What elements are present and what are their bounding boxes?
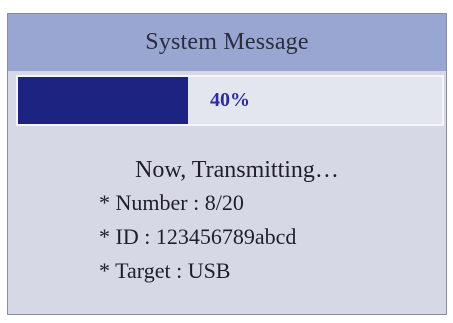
progress-percent-label: 40% (210, 89, 250, 111)
message-body: Now, Transmitting… * Number : 8/20 * ID … (8, 154, 446, 288)
status-text: Now, Transmitting… (135, 157, 339, 183)
dialog-title-bar: System Message (8, 14, 446, 71)
progress-fill (18, 77, 188, 124)
dialog-title: System Message (145, 29, 309, 55)
info-target: * Target : USB (99, 258, 231, 283)
transfer-info-list: * Number : 8/20 * ID : 123456789abcd * T… (8, 186, 446, 288)
transfer-progress-bar: 40% (16, 75, 444, 126)
info-number: * Number : 8/20 (99, 190, 244, 215)
info-id: * ID : 123456789abcd (99, 224, 297, 249)
system-message-dialog: System Message 40% Now, Transmitting… * … (7, 13, 447, 315)
